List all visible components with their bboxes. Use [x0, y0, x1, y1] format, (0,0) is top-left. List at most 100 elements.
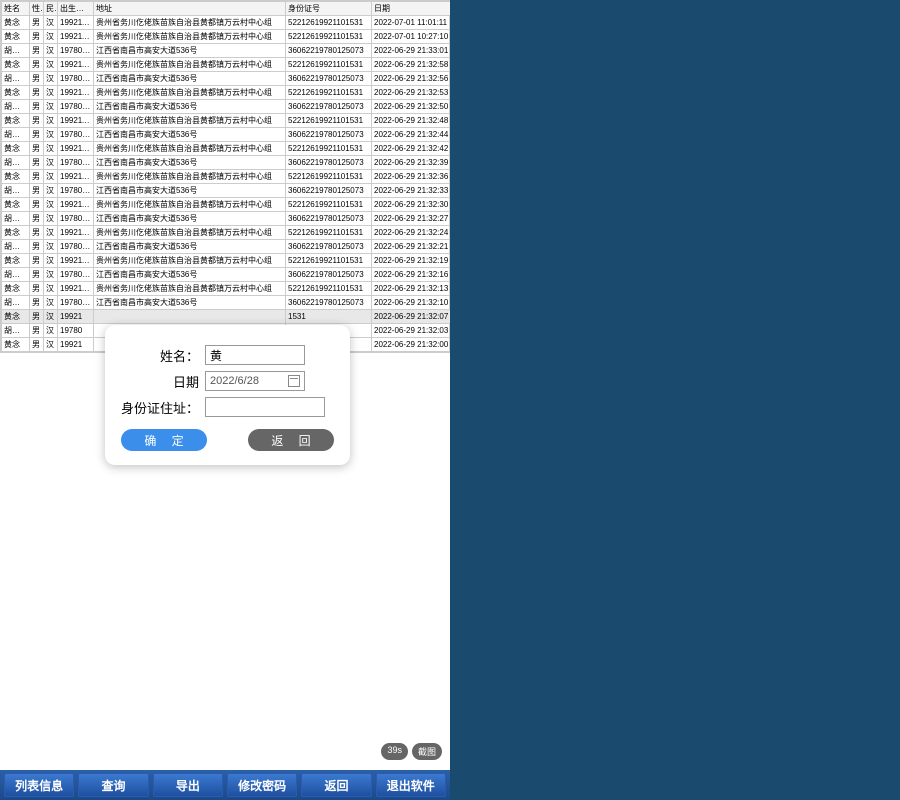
cell-id: 52212619921101531	[286, 254, 372, 268]
cell-name: 胡冬胜	[2, 212, 30, 226]
toolbar-button[interactable]: 列表信息	[4, 773, 74, 797]
capture-counter: 39s	[381, 743, 408, 760]
table-row[interactable]: 胡冬胜男汉19780125江西省南昌市高安大道536号3606221978012…	[2, 72, 452, 86]
cell-date: 2022-06-29 21:32:44	[372, 128, 452, 142]
calendar-icon[interactable]	[288, 375, 300, 387]
id-addr-label: 身份证住址：	[121, 398, 199, 417]
table-row[interactable]: 胡冬胜男汉19780125江西省南昌市高安大道536号3606221978012…	[2, 212, 452, 226]
cell-name: 胡冬胜	[2, 268, 30, 282]
toolbar-button[interactable]: 退出软件	[376, 773, 446, 797]
table-row[interactable]: 胡冬胜男汉19780125江西省南昌市高安大道536号3606221978012…	[2, 184, 452, 198]
table-row[interactable]: 胡冬胜男汉19780125江西省南昌市高安大道536号3606221978012…	[2, 156, 452, 170]
col-header[interactable]: 出生年月	[58, 2, 94, 16]
table-row[interactable]: 黄念男汉19921105贵州省务川仡佬族苗族自治县黄都镇万云村中心组522126…	[2, 30, 452, 44]
cell-nat: 汉	[44, 338, 58, 352]
cell-addr: 贵州省务川仡佬族苗族自治县黄都镇万云村中心组	[94, 114, 286, 128]
col-header[interactable]: 地址	[94, 2, 286, 16]
table-row[interactable]: 黄念男汉19921105贵州省务川仡佬族苗族自治县黄都镇万云村中心组522126…	[2, 114, 452, 128]
cell-nat: 汉	[44, 100, 58, 114]
cell-name: 黄念	[2, 338, 30, 352]
cell-name: 黄念	[2, 58, 30, 72]
cell-date: 2022-06-29 21:32:56	[372, 72, 452, 86]
cell-name: 黄念	[2, 282, 30, 296]
cell-name: 胡冬胜	[2, 324, 30, 338]
col-header[interactable]: 姓名	[2, 2, 30, 16]
cell-sex: 男	[30, 30, 44, 44]
search-dialog: 姓名： 日期 2022/6/28 身份证住址： 确 定 返 回	[105, 325, 350, 465]
toolbar-button[interactable]: 查询	[78, 773, 148, 797]
table-row[interactable]: 黄念男汉19921105贵州省务川仡佬族苗族自治县黄都镇万云村中心组522126…	[2, 142, 452, 156]
cell-name: 黄念	[2, 114, 30, 128]
cell-birth: 19780125	[58, 296, 94, 310]
cell-date: 2022-06-29 21:32:50	[372, 100, 452, 114]
table-row[interactable]: 黄念男汉19921105贵州省务川仡佬族苗族自治县黄都镇万云村中心组522126…	[2, 58, 452, 72]
table-row[interactable]: 黄念男汉19921105贵州省务川仡佬族苗族自治县黄都镇万云村中心组522126…	[2, 16, 452, 30]
cell-birth: 19921105	[58, 142, 94, 156]
table-row[interactable]: 黄念男汉19921105贵州省务川仡佬族苗族自治县黄都镇万云村中心组522126…	[2, 226, 452, 240]
col-header[interactable]: 性别	[30, 2, 44, 16]
table-row[interactable]: 胡冬胜男汉19780125江西省南昌市高安大道536号3606221978012…	[2, 100, 452, 114]
capture-label: 截图	[412, 743, 442, 760]
table-row[interactable]: 胡冬胜男汉19780125江西省南昌市高安大道536号3606221978012…	[2, 296, 452, 310]
cell-name: 黄念	[2, 30, 30, 44]
table-body: 黄念男汉19921105贵州省务川仡佬族苗族自治县黄都镇万云村中心组522126…	[2, 16, 452, 352]
cell-addr: 贵州省务川仡佬族苗族自治县黄都镇万云村中心组	[94, 58, 286, 72]
table-row[interactable]: 黄念男汉19921105贵州省务川仡佬族苗族自治县黄都镇万云村中心组522126…	[2, 86, 452, 100]
table-row[interactable]: 黄念男汉19921105贵州省务川仡佬族苗族自治县黄都镇万云村中心组522126…	[2, 170, 452, 184]
cell-date: 2022-06-29 21:32:30	[372, 198, 452, 212]
table-row[interactable]: 胡冬胜男汉19780125江西省南昌市高安大道536号3606221978012…	[2, 268, 452, 282]
cell-birth: 19780125	[58, 128, 94, 142]
table-row[interactable]: 胡冬胜男汉19780125江西省南昌市高安大道536号3606221978012…	[2, 44, 452, 58]
table-row[interactable]: 黄念男汉19921105贵州省务川仡佬族苗族自治县黄都镇万云村中心组522126…	[2, 254, 452, 268]
search-back-button[interactable]: 返 回	[248, 429, 334, 451]
cell-birth: 19921	[58, 338, 94, 352]
cell-id: 36062219780125073	[286, 184, 372, 198]
cell-sex: 男	[30, 184, 44, 198]
cell-id: 36062219780125073	[286, 268, 372, 282]
col-header[interactable]: 民族	[44, 2, 58, 16]
cell-nat: 汉	[44, 198, 58, 212]
toolbar-button[interactable]: 修改密码	[227, 773, 297, 797]
cell-birth: 19921105	[58, 170, 94, 184]
cell-id: 52212619921101531	[286, 16, 372, 30]
cell-id: 52212619921101531	[286, 86, 372, 100]
cell-addr: 江西省南昌市高安大道536号	[94, 44, 286, 58]
cell-birth: 19921105	[58, 114, 94, 128]
search-ok-button[interactable]: 确 定	[121, 429, 207, 451]
name-input[interactable]	[205, 345, 305, 365]
cell-addr: 江西省南昌市高安大道536号	[94, 184, 286, 198]
table-row[interactable]: 胡冬胜男汉19780125江西省南昌市高安大道536号3606221978012…	[2, 240, 452, 254]
cell-birth: 19780125	[58, 72, 94, 86]
id-addr-input[interactable]	[205, 397, 325, 417]
cell-nat: 汉	[44, 86, 58, 100]
cell-date: 2022-06-29 21:32:16	[372, 268, 452, 282]
cell-sex: 男	[30, 100, 44, 114]
table-row[interactable]: 黄念男汉19921105贵州省务川仡佬族苗族自治县黄都镇万云村中心组522126…	[2, 198, 452, 212]
cell-sex: 男	[30, 170, 44, 184]
col-header[interactable]: 日期	[372, 2, 452, 16]
table-row[interactable]: 胡冬胜男汉19780125江西省南昌市高安大道536号3606221978012…	[2, 128, 452, 142]
date-input[interactable]: 2022/6/28	[205, 371, 305, 391]
cell-nat: 汉	[44, 240, 58, 254]
table-row[interactable]: 黄念男汉1992115312022-06-29 21:32:07	[2, 310, 452, 324]
cell-date: 2022-06-29 21:32:00	[372, 338, 452, 352]
cell-date: 2022-06-29 21:32:36	[372, 170, 452, 184]
bottom-toolbar: 列表信息查询导出修改密码返回退出软件	[0, 770, 450, 800]
toolbar-button[interactable]: 返回	[301, 773, 371, 797]
cell-nat: 汉	[44, 114, 58, 128]
table-row[interactable]: 黄念男汉19921105贵州省务川仡佬族苗族自治县黄都镇万云村中心组522126…	[2, 282, 452, 296]
cell-date: 2022-06-29 21:32:27	[372, 212, 452, 226]
cell-addr: 贵州省务川仡佬族苗族自治县黄都镇万云村中心组	[94, 282, 286, 296]
cell-date: 2022-06-29 21:32:42	[372, 142, 452, 156]
cell-date: 2022-06-29 21:32:39	[372, 156, 452, 170]
cell-sex: 男	[30, 128, 44, 142]
cell-addr: 江西省南昌市高安大道536号	[94, 156, 286, 170]
toolbar-button[interactable]: 导出	[153, 773, 223, 797]
cell-date: 2022-06-29 21:32:58	[372, 58, 452, 72]
cell-addr	[94, 310, 286, 324]
cell-id: 36062219780125073	[286, 44, 372, 58]
date-label: 日期	[121, 372, 199, 391]
right-pane: 原密码： 新密码： 确认密码： 确 定 返 回	[450, 0, 900, 800]
table-header-row: 姓名性别民族出生年月地址身份证号日期	[2, 2, 452, 16]
col-header[interactable]: 身份证号	[286, 2, 372, 16]
